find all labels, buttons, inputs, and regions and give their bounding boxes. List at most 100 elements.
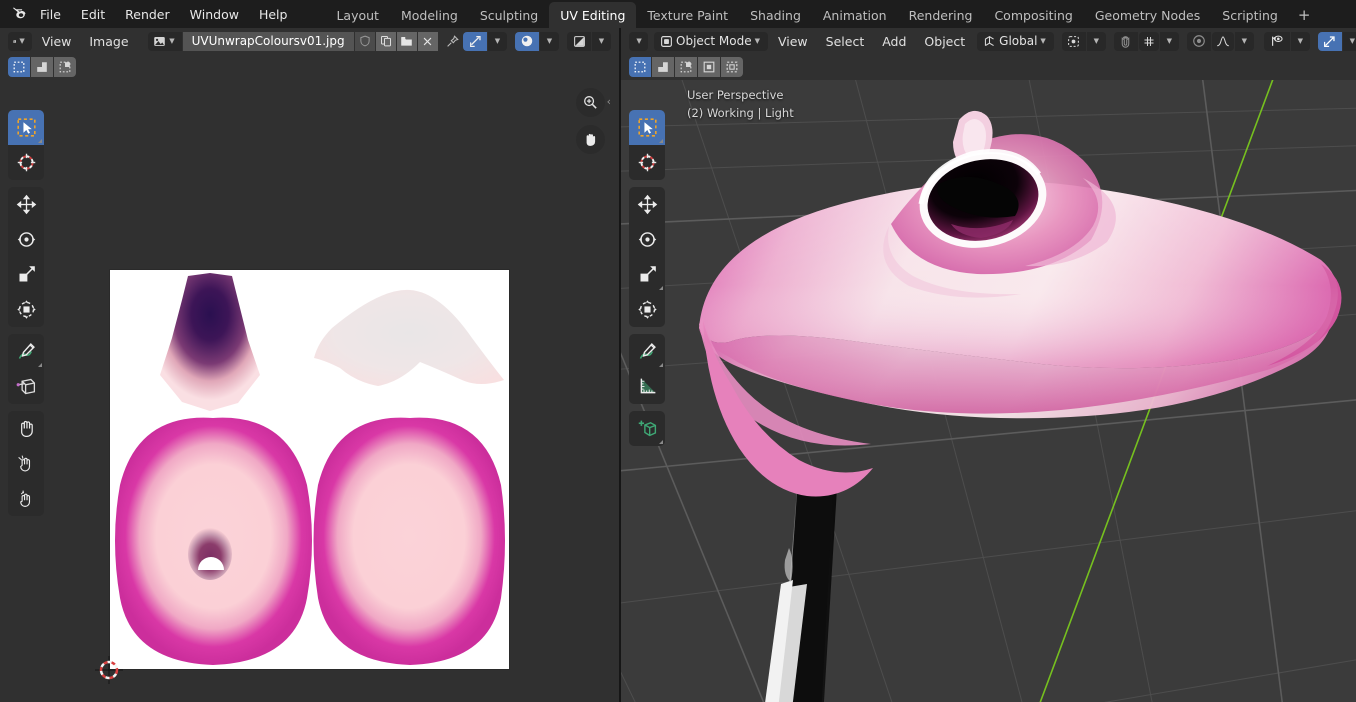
gizmo-arrow-icon[interactable] — [1317, 31, 1342, 51]
pivot-point-chevron-icon[interactable]: ▼ — [1086, 31, 1106, 51]
menu-render[interactable]: Render — [115, 0, 180, 28]
tool-grab[interactable] — [8, 411, 44, 446]
uv-island-cap-bottom-right — [313, 417, 505, 665]
image-data-icon[interactable]: ▼ — [148, 31, 182, 51]
3d-viewport-icon[interactable]: ▼ — [629, 31, 648, 51]
shield-fake-user-icon[interactable] — [354, 31, 375, 51]
viewport-menu-view[interactable]: View — [770, 30, 816, 52]
uv-menu-view[interactable]: View — [34, 30, 80, 52]
folder-open-icon[interactable] — [396, 31, 417, 51]
viewport-menu-select[interactable]: Select — [818, 30, 873, 52]
workspace-tab-texture-paint[interactable]: Texture Paint — [636, 2, 739, 28]
image-name-field[interactable]: UVUnwrapColoursv01.jpg — [182, 31, 354, 51]
workspace-tab-animation[interactable]: Animation — [812, 2, 898, 28]
workspace-tab-sculpting[interactable]: Sculpting — [469, 2, 549, 28]
proportional-chevron-icon[interactable]: ▼ — [1234, 31, 1254, 51]
uv-nav-gizmos: ‹ — [576, 88, 611, 154]
transform-orientation-group: Global ▼ — [977, 31, 1054, 51]
copy-duplicate-icon[interactable] — [375, 31, 396, 51]
menu-window[interactable]: Window — [180, 0, 249, 28]
workspace-tab-compositing[interactable]: Compositing — [983, 2, 1083, 28]
zoom-magnifier-icon[interactable] — [576, 88, 605, 117]
vp-tool-group-transform — [629, 187, 665, 327]
transform-orientation-dropdown[interactable]: Global ▼ — [977, 31, 1054, 51]
tool-rotate[interactable] — [629, 222, 665, 257]
select-mode-invert[interactable] — [698, 57, 720, 77]
snap-magnet-icon[interactable] — [1113, 31, 1138, 51]
menu-edit[interactable]: Edit — [71, 0, 115, 28]
tool-select-box[interactable] — [629, 110, 665, 145]
vp-tool-group-add — [629, 411, 665, 446]
viewport-select-mode-bar — [621, 54, 1356, 80]
workspace-tab-layout[interactable]: Layout — [325, 2, 390, 28]
select-mode-subtract[interactable] — [675, 57, 697, 77]
workspace-tab-modeling[interactable]: Modeling — [390, 2, 469, 28]
tool-move[interactable] — [629, 187, 665, 222]
uv-select-mode-face[interactable] — [54, 57, 76, 77]
mode-selector-dropdown[interactable]: Object Mode ▼ — [654, 31, 768, 51]
image-datablock-group: ▼ UVUnwrapColoursv01.jpg — [148, 31, 438, 51]
pin-icon[interactable] — [446, 31, 459, 51]
menu-help[interactable]: Help — [249, 0, 298, 28]
select-mode-extend[interactable] — [652, 57, 674, 77]
tool-scale[interactable] — [8, 257, 44, 292]
tool-cursor-3d[interactable] — [629, 145, 665, 180]
pan-hand-icon[interactable] — [576, 125, 605, 154]
image-display-chevron-icon[interactable]: ▼ — [592, 31, 611, 51]
workspace-tab-rendering[interactable]: Rendering — [898, 2, 984, 28]
uv-editor-type-icon[interactable]: ▼ — [8, 31, 32, 51]
tool-measure[interactable] — [629, 369, 665, 404]
uv-menu-image[interactable]: Image — [81, 30, 136, 52]
blender-logo-icon[interactable] — [0, 0, 30, 28]
snap-magnet-icon[interactable] — [463, 31, 487, 51]
uv-select-mode-vertex[interactable] — [8, 57, 30, 77]
add-workspace-button[interactable]: + — [1289, 2, 1320, 28]
tool-add-cube[interactable] — [629, 411, 665, 446]
proportional-falloff-icon[interactable] — [1211, 31, 1234, 51]
uv-image-canvas[interactable] — [110, 270, 509, 669]
viewport-toolbar — [629, 110, 665, 453]
tool-annotate[interactable] — [8, 334, 44, 369]
show-gizmo-chevron-icon[interactable]: ▼ — [1290, 31, 1310, 51]
tool-move[interactable] — [8, 187, 44, 222]
proportional-editing-icon[interactable] — [1186, 31, 1211, 51]
uv-toolbar — [8, 110, 44, 523]
tool-scale[interactable] — [629, 257, 665, 292]
uv-select-mode-edge[interactable] — [31, 57, 53, 77]
tool-pinch[interactable] — [8, 446, 44, 481]
tool-relax[interactable] — [8, 481, 44, 516]
vp-tool-group-annotate — [629, 334, 665, 404]
viewport-select-mode-group — [629, 57, 743, 77]
visibility-eye-icon[interactable] — [1263, 31, 1290, 51]
tool-tweak[interactable] — [8, 110, 44, 145]
image-display-mode-icon[interactable] — [567, 31, 591, 51]
proportional-falloff-chevron-icon[interactable]: ▼ — [540, 31, 559, 51]
viewport-menu-object[interactable]: Object — [916, 30, 973, 52]
workspace-tab-shading[interactable]: Shading — [739, 2, 812, 28]
select-mode-set[interactable] — [629, 57, 651, 77]
viewport-gizmos-chevron-icon[interactable]: ▼ — [1342, 31, 1356, 51]
workspace-tab-uv-editing[interactable]: UV Editing — [549, 2, 637, 28]
tool-annotate[interactable] — [629, 334, 665, 369]
snap-group: ▼ — [1113, 31, 1179, 51]
orientation-global-icon — [985, 35, 994, 46]
tool-rotate[interactable] — [8, 222, 44, 257]
tool-rip-region[interactable] — [8, 369, 44, 404]
viewport-3d-canvas[interactable] — [621, 28, 1356, 702]
workspace-tab-scripting[interactable]: Scripting — [1211, 2, 1289, 28]
snap-increment-icon[interactable] — [1138, 31, 1159, 51]
menu-file[interactable]: File — [30, 0, 71, 28]
snap-dropdown-chevron-icon[interactable]: ▼ — [488, 31, 507, 51]
workspace-tab-geometry-nodes[interactable]: Geometry Nodes — [1084, 2, 1211, 28]
pivot-point-icon[interactable] — [1061, 31, 1086, 51]
viewport-menu-add[interactable]: Add — [874, 30, 914, 52]
select-mode-intersect[interactable] — [721, 57, 743, 77]
tool-cursor-2d[interactable] — [8, 145, 44, 180]
tool-transform[interactable] — [8, 292, 44, 327]
x-close-icon[interactable] — [417, 31, 438, 51]
nav-collapse-chevron-icon[interactable]: ‹ — [607, 95, 611, 108]
tool-transform[interactable] — [629, 292, 665, 327]
uv-island-cap-top-left — [160, 273, 260, 411]
snap-chevron-icon[interactable]: ▼ — [1159, 31, 1179, 51]
proportional-edit-icon[interactable] — [515, 31, 539, 51]
